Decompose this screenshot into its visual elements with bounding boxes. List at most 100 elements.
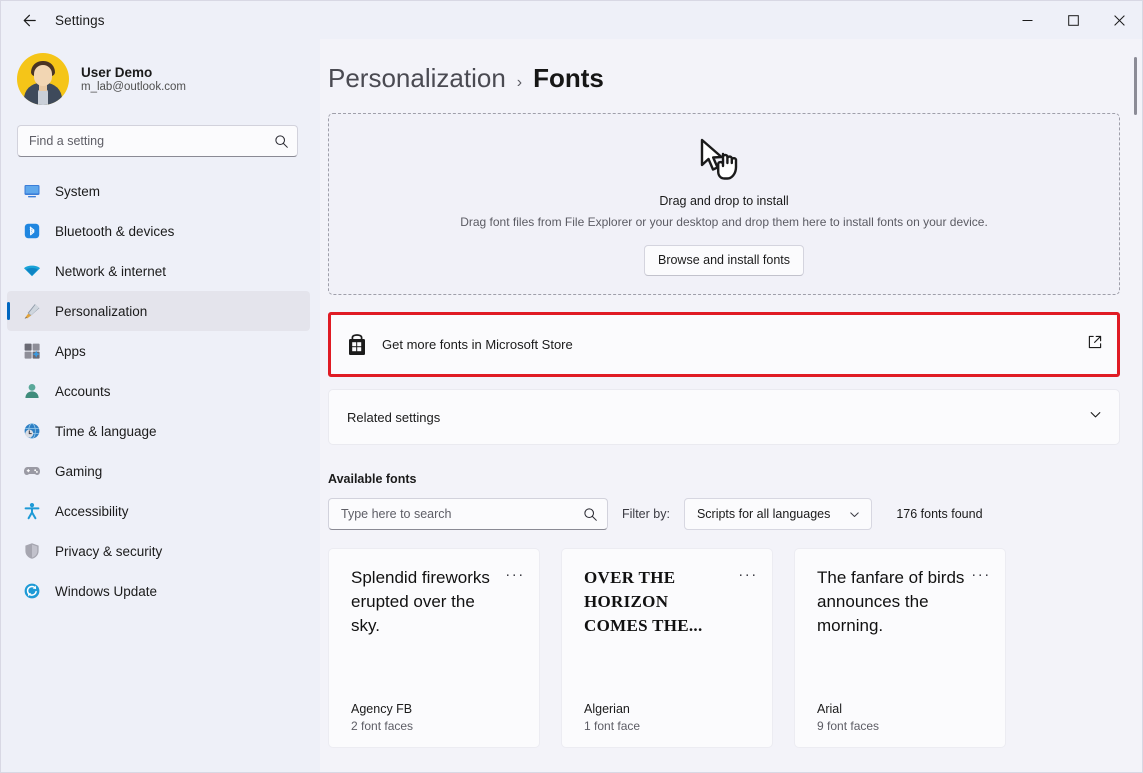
sidebar-item-label: Network & internet <box>55 264 166 279</box>
maximize-icon <box>1068 15 1079 26</box>
sidebar-item-bluetooth-devices[interactable]: Bluetooth & devices <box>7 211 310 251</box>
sidebar-item-label: Time & language <box>55 424 157 439</box>
store-row-label: Get more fonts in Microsoft Store <box>382 337 573 352</box>
more-options-icon[interactable]: ··· <box>969 563 993 585</box>
filter-by-label: Filter by: <box>622 507 670 521</box>
more-options-icon[interactable]: ··· <box>503 563 527 585</box>
font-card-faces: 2 font faces <box>351 719 525 733</box>
font-cards-grid: Splendid fireworks erupted over the sky.… <box>328 548 1120 748</box>
back-button[interactable] <box>11 4 47 36</box>
arrow-left-icon <box>21 12 38 29</box>
account-name: User Demo <box>81 65 186 80</box>
font-card[interactable]: Splendid fireworks erupted over the sky.… <box>328 548 540 748</box>
browse-install-fonts-button[interactable]: Browse and install fonts <box>644 245 804 276</box>
font-search-box[interactable] <box>328 498 608 530</box>
font-card[interactable]: OVER THE HORIZON COMES THE... ··· Algeri… <box>561 548 773 748</box>
title-bar: Settings <box>1 1 1142 39</box>
sidebar-item-apps[interactable]: Apps <box>7 331 310 371</box>
open-external-icon <box>1087 334 1103 355</box>
filter-selected-value: Scripts for all languages <box>697 507 830 521</box>
font-card-name: Algerian <box>584 702 758 716</box>
apps-grid-icon <box>23 342 41 360</box>
sidebar-item-personalization[interactable]: Personalization <box>7 291 310 331</box>
get-more-fonts-store-row[interactable]: Get more fonts in Microsoft Store <box>331 315 1117 374</box>
font-sample-text: The fanfare of birds announces the morni… <box>817 566 991 702</box>
chevron-down-icon <box>848 508 861 521</box>
maximize-button[interactable] <box>1050 1 1096 39</box>
shield-icon <box>23 542 41 560</box>
more-options-icon[interactable]: ··· <box>736 563 760 585</box>
account-tile[interactable]: User Demo m_lab@outlook.com <box>1 39 320 119</box>
sidebar: User Demo m_lab@outlook.com <box>1 39 320 772</box>
gamepad-icon <box>23 462 41 480</box>
sidebar-item-label: Windows Update <box>55 584 157 599</box>
sidebar-item-time-language[interactable]: Time & language <box>7 411 310 451</box>
sidebar-item-privacy-security[interactable]: Privacy & security <box>7 531 310 571</box>
wifi-icon <box>23 262 41 280</box>
font-search-input[interactable] <box>341 507 583 521</box>
font-card-name: Arial <box>817 702 991 716</box>
font-card-faces: 1 font face <box>584 719 758 733</box>
sidebar-item-system[interactable]: System <box>7 171 310 211</box>
font-dropzone[interactable]: Drag and drop to install Drag font files… <box>328 113 1120 295</box>
close-button[interactable] <box>1096 1 1142 39</box>
content-scrollbar[interactable] <box>1128 39 1140 772</box>
fonts-found-count: 176 fonts found <box>896 507 982 521</box>
sidebar-item-windows-update[interactable]: Windows Update <box>7 571 310 611</box>
sidebar-item-label: Apps <box>55 344 86 359</box>
sidebar-item-accounts[interactable]: Accounts <box>7 371 310 411</box>
settings-window: Settings <box>0 0 1143 773</box>
sidebar-item-label: System <box>55 184 100 199</box>
window-title: Settings <box>55 13 105 28</box>
avatar <box>17 53 69 105</box>
drag-cursor-hand-icon <box>697 137 751 188</box>
sidebar-item-label: Gaming <box>55 464 102 479</box>
font-sample-text: OVER THE HORIZON COMES THE... <box>584 566 758 702</box>
sidebar-item-network-internet[interactable]: Network & internet <box>7 251 310 291</box>
microsoft-store-icon <box>347 334 367 356</box>
fonts-filter-row: Filter by: Scripts for all languages 176… <box>328 498 1120 530</box>
search-box[interactable] <box>17 125 298 157</box>
dropzone-subtitle: Drag font files from File Explorer or yo… <box>460 213 988 232</box>
search-input[interactable] <box>29 134 274 148</box>
clock-globe-icon <box>23 422 41 440</box>
related-settings-row[interactable]: Related settings <box>328 389 1120 445</box>
breadcrumb: Personalization › Fonts <box>328 39 1120 94</box>
close-icon <box>1114 15 1125 26</box>
available-fonts-heading: Available fonts <box>328 472 1120 486</box>
font-card-name: Agency FB <box>351 702 525 716</box>
breadcrumb-separator: › <box>517 74 522 92</box>
update-refresh-icon <box>23 582 41 600</box>
chevron-down-icon <box>1088 407 1103 427</box>
content-inner: Personalization › Fonts Drag and drop to… <box>320 39 1142 748</box>
account-text: User Demo m_lab@outlook.com <box>81 65 186 93</box>
dropzone-title: Drag and drop to install <box>659 194 788 208</box>
sidebar-item-label: Privacy & security <box>55 544 162 559</box>
sidebar-item-gaming[interactable]: Gaming <box>7 451 310 491</box>
sidebar-search-wrap <box>1 119 320 167</box>
related-settings-label: Related settings <box>347 410 440 425</box>
search-icon <box>274 134 289 149</box>
breadcrumb-parent[interactable]: Personalization <box>328 63 506 94</box>
font-sample-text: Splendid fireworks erupted over the sky. <box>351 566 525 702</box>
font-card-faces: 9 font faces <box>817 719 991 733</box>
person-icon <box>23 382 41 400</box>
content-pane: Personalization › Fonts Drag and drop to… <box>320 39 1142 772</box>
search-icon <box>583 507 598 522</box>
store-card-highlight: Get more fonts in Microsoft Store <box>328 312 1120 377</box>
sidebar-item-accessibility[interactable]: Accessibility <box>7 491 310 531</box>
minimize-icon <box>1022 15 1033 26</box>
sidebar-item-label: Bluetooth & devices <box>55 224 174 239</box>
sidebar-nav: System Bluetooth & devices <box>1 167 320 611</box>
sidebar-item-label: Personalization <box>55 304 147 319</box>
sidebar-item-label: Accessibility <box>55 504 129 519</box>
minimize-button[interactable] <box>1004 1 1050 39</box>
script-filter-dropdown[interactable]: Scripts for all languages <box>684 498 872 530</box>
font-card[interactable]: The fanfare of birds announces the morni… <box>794 548 1006 748</box>
scrollbar-thumb[interactable] <box>1134 57 1137 115</box>
page-title: Fonts <box>533 63 604 94</box>
monitor-icon <box>23 182 41 200</box>
account-email: m_lab@outlook.com <box>81 81 186 93</box>
paintbrush-icon <box>23 302 41 320</box>
sidebar-item-label: Accounts <box>55 384 111 399</box>
